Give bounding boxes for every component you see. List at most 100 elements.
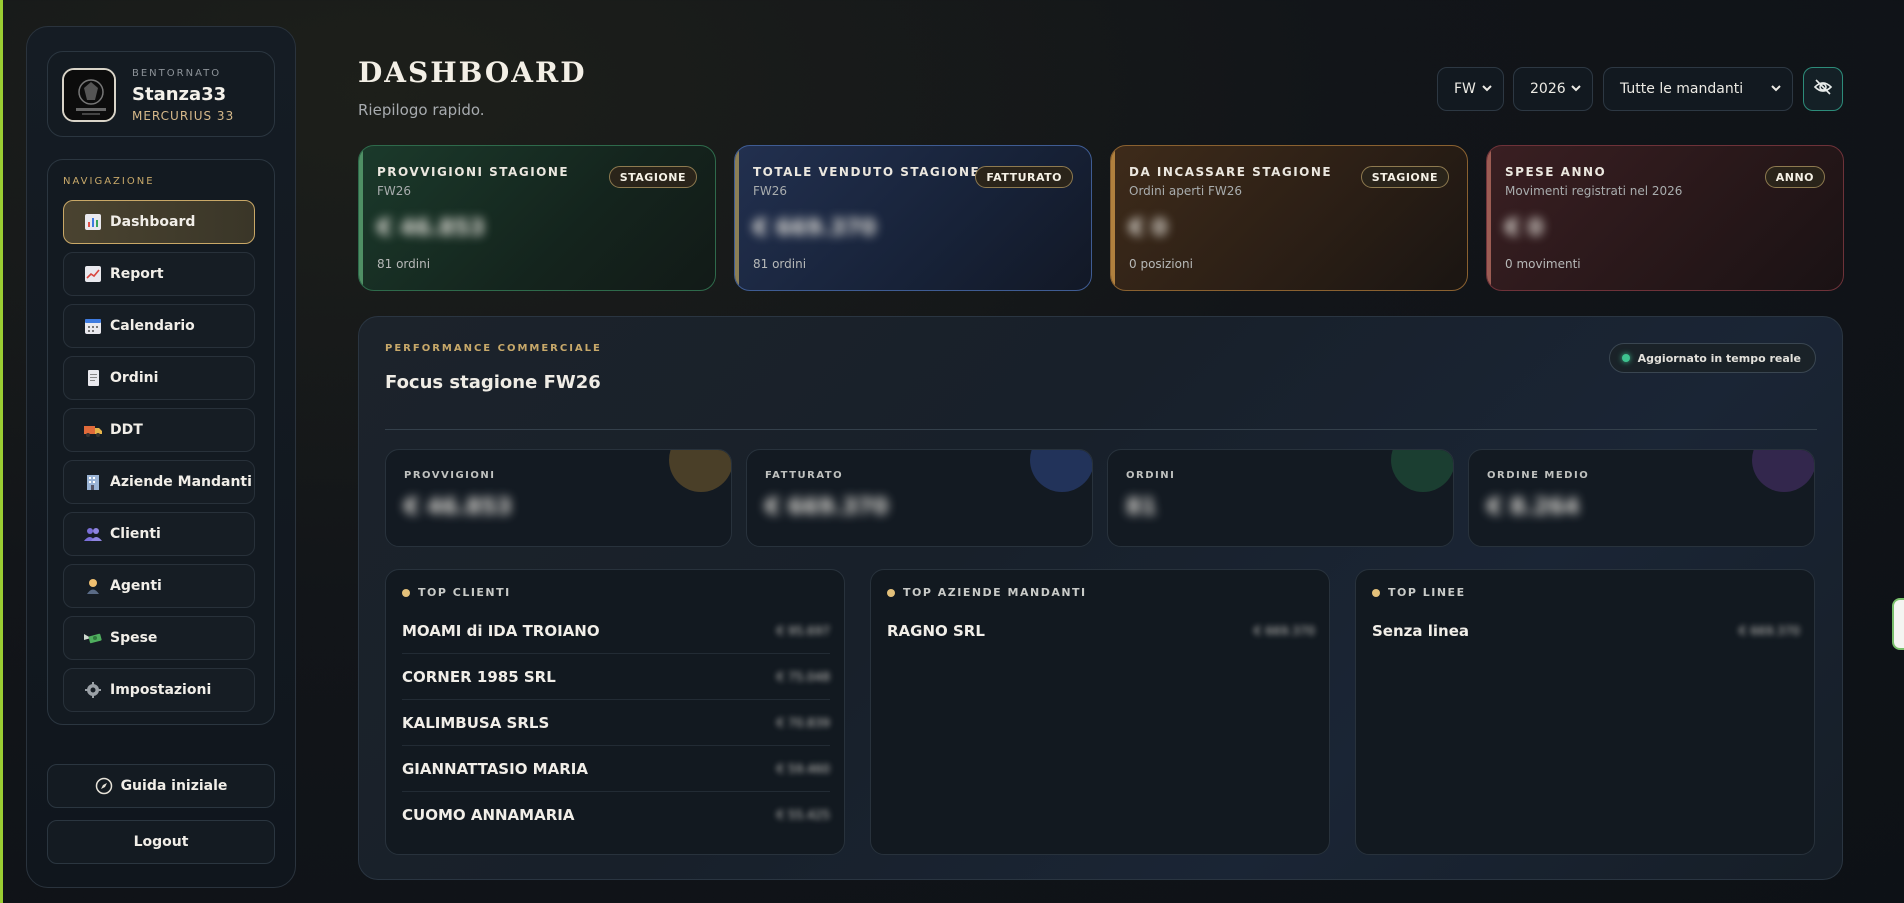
- page-subtitle: Riepilogo rapido.: [358, 101, 485, 119]
- kpi-value: € 46.853: [377, 216, 485, 241]
- kpi-card-totale-venduto: TOTALE VENDUTO STAGIONE FW26 FATTURATO €…: [734, 145, 1092, 291]
- top-linee-header: TOP LINEE: [1372, 586, 1466, 599]
- welcome-kicker: BENTORNATO: [132, 68, 222, 79]
- sidebar: BENTORNATO Stanza33 MERCURIUS 33 NAVIGAZ…: [26, 26, 296, 888]
- mandante-value: € 669.370: [1253, 624, 1315, 638]
- list-item[interactable]: Senza linea € 669.370: [1372, 608, 1800, 654]
- kpi-title: DA INCASSARE STAGIONE: [1129, 165, 1333, 179]
- sidebar-item-agenti[interactable]: Agenti: [63, 564, 255, 608]
- bullet-icon: [402, 588, 410, 597]
- kpi-title: SPESE ANNO: [1505, 165, 1607, 179]
- top-clienti-header: TOP CLIENTI: [402, 586, 511, 599]
- season-select[interactable]: FW: [1437, 67, 1504, 111]
- top-linee-title: TOP LINEE: [1388, 586, 1466, 599]
- bar-chart-icon: [84, 213, 102, 231]
- kpi-badge: STAGIONE: [608, 166, 697, 188]
- top-mandanti-panel: TOP AZIENDE MANDANTI RAGNO SRL € 669.370: [870, 569, 1330, 855]
- navigation-panel: NAVIGAZIONE Dashboard Report Calendario …: [47, 159, 275, 725]
- metric-card-provvigioni: PROVVIGIONI € 46.853: [385, 449, 732, 547]
- client-name: CUOMO ANNAMARIA: [402, 806, 575, 824]
- decorative-blob: [1391, 450, 1453, 492]
- status-dot-icon: [1621, 354, 1630, 362]
- kpi-accent: [359, 146, 363, 290]
- decorative-blob: [1030, 450, 1092, 492]
- calendar-icon: [84, 317, 102, 335]
- metric-label: ORDINI: [1126, 470, 1176, 481]
- top-mandanti-header: TOP AZIENDE MANDANTI: [887, 586, 1087, 599]
- top-linee-panel: TOP LINEE Senza linea € 669.370: [1355, 569, 1815, 855]
- kpi-footnote: 0 movimenti: [1505, 257, 1581, 271]
- live-status-label: Aggiornato in tempo reale: [1637, 351, 1801, 365]
- list-item[interactable]: CUOMO ANNAMARIA € 55.425: [402, 792, 830, 838]
- kpi-value: € 0: [1129, 216, 1168, 241]
- sidebar-item-ddt[interactable]: DDT: [63, 408, 255, 452]
- list-item[interactable]: RAGNO SRL € 669.370: [887, 608, 1315, 654]
- logout-button[interactable]: Logout: [47, 820, 275, 864]
- page-title: DASHBOARD: [358, 56, 587, 89]
- agent-icon: [84, 577, 102, 595]
- list-item[interactable]: CORNER 1985 SRL € 75.048: [402, 654, 830, 700]
- kpi-title: TOTALE VENDUTO STAGIONE: [753, 165, 981, 179]
- floating-widget-button[interactable]: [1892, 598, 1904, 650]
- truck-icon: [84, 421, 102, 439]
- kpi-subtitle: Ordini aperti FW26: [1129, 184, 1243, 198]
- company-logo-icon: [64, 70, 114, 120]
- kpi-footnote: 0 posizioni: [1129, 257, 1193, 271]
- guide-label: Guida iniziale: [120, 778, 228, 794]
- client-name: CORNER 1985 SRL: [402, 667, 556, 686]
- sidebar-item-spese[interactable]: Spese: [63, 616, 255, 660]
- performance-kicker: PERFORMANCE COMMERCIALE: [385, 343, 602, 354]
- kpi-badge: STAGIONE: [1360, 166, 1449, 188]
- client-value: € 59.460: [776, 761, 830, 776]
- kpi-value: € 0: [1505, 216, 1544, 241]
- list-item[interactable]: MOAMI di IDA TROIANO € 95.697: [402, 608, 830, 654]
- metric-label: FATTURATO: [765, 470, 844, 481]
- bullet-icon: [1372, 588, 1380, 597]
- metric-label: ORDINE MEDIO: [1487, 470, 1590, 481]
- top-clienti-title: TOP CLIENTI: [418, 586, 511, 599]
- kpi-footnote: 81 ordini: [753, 257, 807, 271]
- metric-value: € 46.853: [404, 495, 512, 520]
- list-item[interactable]: KALIMBUSA SRLS € 70.839: [402, 700, 830, 746]
- metric-value: € 669.370: [765, 495, 889, 520]
- sidebar-item-clienti[interactable]: Clienti: [63, 512, 255, 556]
- metric-card-ordine-medio: ORDINE MEDIO € 8.264: [1468, 449, 1815, 547]
- kpi-title: PROVVIGIONI STAGIONE: [377, 165, 570, 179]
- kpi-subtitle: FW26: [753, 184, 788, 198]
- year-select-value: 2026: [1530, 81, 1566, 97]
- sidebar-item-label: Spese: [110, 630, 158, 646]
- sidebar-item-label: Report: [110, 266, 164, 282]
- kpi-subtitle: FW26: [377, 184, 412, 198]
- kpi-subtitle: Movimenti registrati nel 2026: [1505, 184, 1683, 198]
- top-mandanti-title: TOP AZIENDE MANDANTI: [903, 586, 1087, 599]
- users-icon: [84, 525, 102, 543]
- performance-title: Focus stagione FW26: [385, 372, 601, 393]
- kpi-accent: [1111, 146, 1115, 290]
- chevron-down-icon: [1770, 82, 1782, 98]
- sidebar-item-label: Dashboard: [110, 214, 196, 230]
- sidebar-item-dashboard[interactable]: Dashboard: [63, 200, 255, 244]
- kpi-value: € 669.370: [753, 216, 877, 241]
- navigation-title: NAVIGAZIONE: [63, 176, 155, 187]
- bullet-icon: [887, 588, 895, 597]
- metric-value: 81: [1126, 495, 1157, 520]
- sidebar-item-ordini[interactable]: Ordini: [63, 356, 255, 400]
- season-select-value: FW: [1454, 81, 1476, 97]
- avatar: [62, 68, 116, 122]
- chevron-down-icon: [1481, 82, 1493, 98]
- live-status-badge: Aggiornato in tempo reale: [1608, 343, 1816, 373]
- mandanti-select[interactable]: Tutte le mandanti: [1603, 67, 1793, 111]
- sidebar-item-label: DDT: [110, 422, 143, 438]
- decorative-blob: [1752, 450, 1814, 492]
- sidebar-item-aziende-mandanti[interactable]: Aziende Mandanti: [63, 460, 255, 504]
- guide-button[interactable]: Guida iniziale: [47, 764, 275, 808]
- sidebar-item-label: Ordini: [110, 370, 159, 386]
- sidebar-item-calendario[interactable]: Calendario: [63, 304, 255, 348]
- client-value: € 55.425: [776, 808, 830, 822]
- sidebar-item-impostazioni[interactable]: Impostazioni: [63, 668, 255, 712]
- hide-values-button[interactable]: [1803, 67, 1843, 111]
- year-select[interactable]: 2026: [1513, 67, 1593, 111]
- linea-value: € 669.370: [1738, 624, 1800, 638]
- sidebar-item-report[interactable]: Report: [63, 252, 255, 296]
- list-item[interactable]: GIANNATTASIO MARIA € 59.460: [402, 746, 830, 792]
